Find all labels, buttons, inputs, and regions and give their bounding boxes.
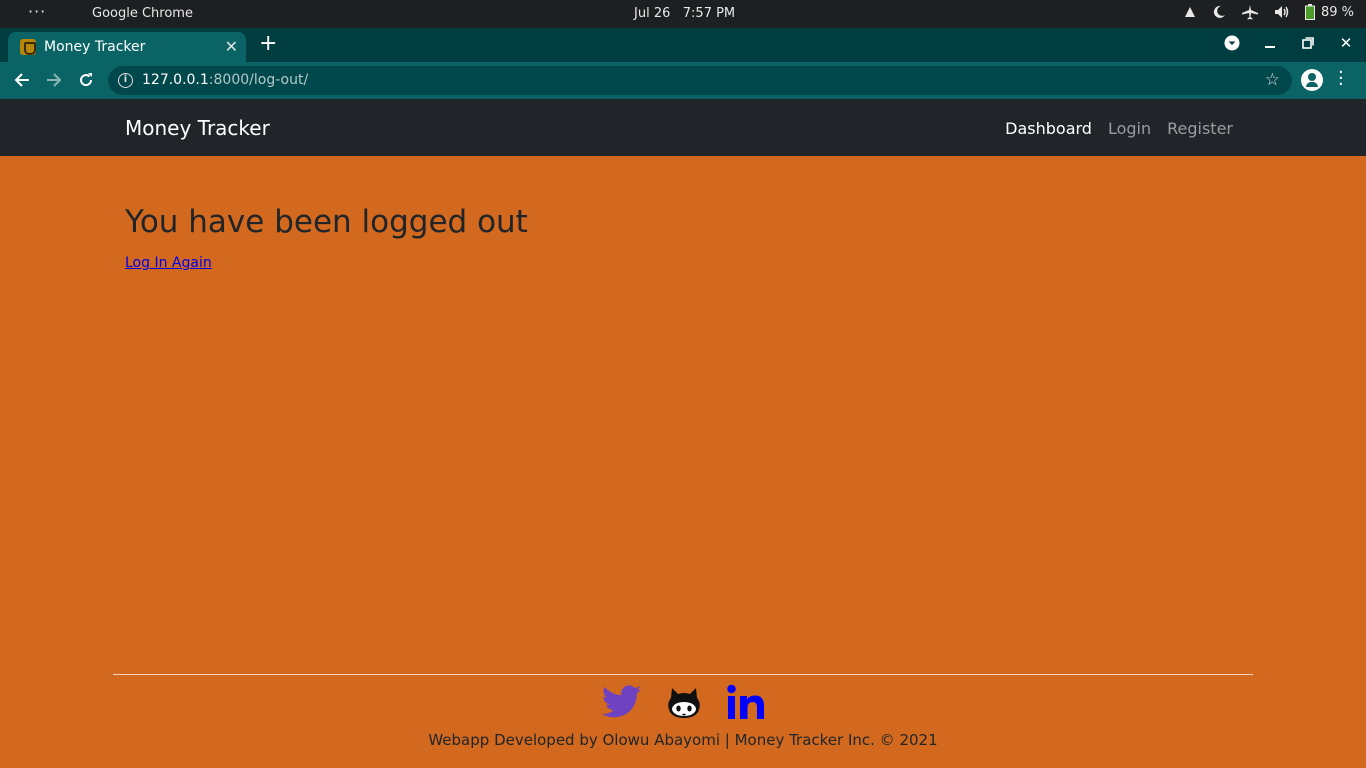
back-arrow-icon[interactable]: [10, 68, 34, 92]
minimize-icon[interactable]: [1260, 32, 1280, 54]
footer-divider: [113, 674, 1253, 675]
log-in-again-link[interactable]: Log In Again: [125, 255, 212, 271]
tab-search-icon[interactable]: [1222, 32, 1242, 54]
battery-percent: 89 %: [1320, 4, 1354, 20]
chrome-menu-icon[interactable]: · · ·: [1338, 64, 1344, 94]
nav-login-link[interactable]: Login: [1108, 119, 1151, 138]
url-path: :8000/log-out/: [208, 72, 309, 88]
os-date: Jul 26: [634, 6, 671, 21]
url-text[interactable]: 127.0.0.1:8000/log-out/: [142, 72, 308, 88]
address-bar[interactable]: i 127.0.0.1:8000/log-out/ ☆: [108, 66, 1292, 95]
os-top-bar: ··· Google Chrome Jul 26 7:57 PM 89 %: [0, 0, 1366, 28]
site-info-icon[interactable]: i: [118, 73, 133, 88]
browser-toolbar: i 127.0.0.1:8000/log-out/ ☆ · · ·: [0, 62, 1366, 99]
os-time: 7:57 PM: [682, 6, 736, 21]
reload-icon[interactable]: [74, 68, 98, 92]
nav-register-link[interactable]: Register: [1167, 119, 1233, 138]
page-title: You have been logged out: [125, 204, 528, 240]
browser-tab-strip: Money Tracker ✕ + ✕: [0, 28, 1366, 62]
twitter-icon[interactable]: [602, 682, 642, 722]
bookmark-star-icon[interactable]: ☆: [1265, 70, 1280, 90]
battery-icon: [1304, 4, 1315, 20]
linkedin-icon[interactable]: [726, 682, 766, 722]
activities-icon[interactable]: ···: [28, 2, 46, 21]
nav-links: Dashboard Login Register: [1005, 119, 1233, 138]
nav-dashboard-link[interactable]: Dashboard: [1005, 119, 1092, 138]
site-navbar: Money Tracker Dashboard Login Register: [0, 99, 1366, 156]
system-tray[interactable]: 89 %: [1183, 4, 1354, 20]
github-icon[interactable]: [664, 682, 704, 722]
footer-credits: Webapp Developed by Olowu Abayomi | Mone…: [428, 731, 938, 749]
social-links: [602, 682, 766, 722]
close-window-icon[interactable]: ✕: [1336, 32, 1356, 54]
restore-icon[interactable]: [1298, 32, 1318, 54]
os-app-name[interactable]: Google Chrome: [92, 6, 193, 21]
volume-icon: [1273, 4, 1291, 20]
site-favicon-icon: [20, 39, 36, 55]
tab-title: Money Tracker: [44, 39, 146, 55]
close-tab-icon[interactable]: ✕: [225, 37, 238, 56]
network-icon: [1183, 5, 1197, 19]
os-clock[interactable]: Jul 26 7:57 PM: [634, 6, 735, 21]
airplane-mode-icon: [1241, 4, 1259, 20]
site-brand[interactable]: Money Tracker: [125, 116, 270, 140]
tab-money-tracker[interactable]: Money Tracker ✕: [8, 32, 246, 62]
profile-avatar-icon[interactable]: [1301, 69, 1323, 91]
url-host: 127.0.0.1: [142, 72, 209, 88]
window-controls: ✕: [1222, 32, 1356, 54]
night-light-icon: [1211, 4, 1227, 20]
forward-arrow-icon[interactable]: [42, 68, 66, 92]
new-tab-icon[interactable]: +: [259, 31, 277, 57]
